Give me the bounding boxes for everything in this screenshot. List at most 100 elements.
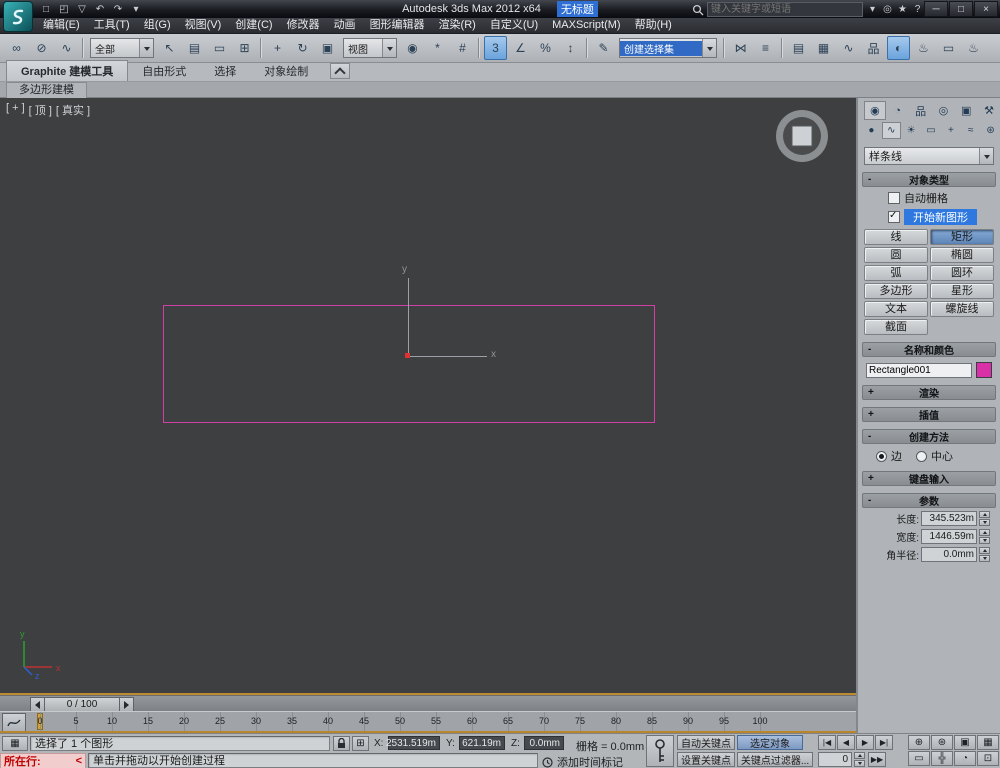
zoom-all-icon[interactable]: ⊛ bbox=[931, 735, 953, 750]
object-type-矩形-button[interactable]: 矩形 bbox=[930, 229, 994, 245]
start-new-shape-checkbox[interactable] bbox=[888, 210, 900, 223]
track-bar[interactable]: 0 5 10 15 20 25 30 35 40 45 50 55 60 65 70 75 80 85 90 95 10… bbox=[0, 711, 856, 732]
close-button[interactable]: × bbox=[974, 1, 998, 17]
tab-display[interactable]: ▣ bbox=[955, 101, 977, 120]
set-key-mode-button[interactable]: 设置关键点 bbox=[677, 752, 735, 767]
ribbon-collapse-button[interactable] bbox=[330, 63, 351, 79]
minimize-button[interactable]: ─ bbox=[924, 1, 948, 17]
menu-MAXScript(M)[interactable]: MAXScript(M) bbox=[545, 18, 627, 33]
menu-图形编辑器[interactable]: 图形编辑器 bbox=[363, 18, 432, 33]
rollout-interpolation[interactable]: + 插值 bbox=[862, 407, 996, 422]
redo-icon[interactable]: ↷ bbox=[110, 2, 126, 16]
tab-hierarchy[interactable]: 品 bbox=[910, 101, 932, 120]
x-coordinate-field[interactable]: 2531.519m bbox=[386, 736, 440, 750]
key-filters-button[interactable]: 关键点过滤器... bbox=[737, 752, 813, 767]
view-cube-top-face[interactable] bbox=[791, 125, 813, 147]
viewport-menu-shading[interactable]: [ 真实 ] bbox=[56, 102, 90, 118]
viewport-top[interactable]: [ + ] [ 顶 ] [ 真实 ] y x x y z bbox=[0, 98, 856, 695]
zoom-extents-all-icon[interactable]: ▦ bbox=[977, 735, 999, 750]
maximize-viewport-toggle-icon[interactable]: ⊡ bbox=[977, 751, 999, 766]
object-type-椭圆-button[interactable]: 椭圆 bbox=[930, 247, 994, 263]
creation-method-edge-radio[interactable] bbox=[876, 450, 887, 462]
object-type-螺旋线-button[interactable]: 螺旋线 bbox=[930, 301, 994, 317]
menu-渲染(R)[interactable]: 渲染(R) bbox=[432, 18, 483, 33]
corner-radius-input[interactable]: 0.0mm bbox=[921, 547, 977, 562]
orbit-icon[interactable]: ◔ bbox=[954, 751, 976, 766]
selection-lock-toggle[interactable] bbox=[333, 736, 350, 751]
subtab-lights[interactable]: ☀ bbox=[902, 122, 921, 139]
object-type-文本-button[interactable]: 文本 bbox=[864, 301, 928, 317]
undo-icon[interactable]: ↶ bbox=[92, 2, 108, 16]
object-type-星形-button[interactable]: 星形 bbox=[930, 283, 994, 299]
object-type-弧-button[interactable]: 弧 bbox=[864, 265, 928, 281]
application-menu-button[interactable] bbox=[3, 1, 33, 32]
tab-create[interactable]: ◉ bbox=[864, 101, 886, 120]
rollout-name-and-color[interactable]: - 名称和颜色 bbox=[862, 342, 996, 357]
auto-key-button[interactable]: 自动关键点 bbox=[677, 735, 735, 750]
spinner-up-icon[interactable] bbox=[979, 529, 990, 536]
length-input[interactable]: 345.523m bbox=[921, 511, 977, 526]
viewport-menu-view[interactable]: [ 顶 ] bbox=[29, 102, 52, 118]
view-cube[interactable] bbox=[776, 110, 828, 162]
creation-method-center-radio[interactable] bbox=[916, 450, 927, 462]
object-type-截面-button[interactable]: 截面 bbox=[864, 319, 928, 335]
object-type-线-button[interactable]: 线 bbox=[864, 229, 928, 245]
frame-spinner[interactable] bbox=[854, 752, 865, 767]
corner-radius-spinner[interactable] bbox=[979, 547, 990, 562]
object-name-input[interactable] bbox=[866, 362, 972, 378]
go-to-start-button[interactable]: |◀ bbox=[818, 735, 836, 750]
set-key-big-button[interactable] bbox=[646, 735, 674, 767]
object-type-多边形-button[interactable]: 多边形 bbox=[864, 283, 928, 299]
new-scene-icon[interactable]: □ bbox=[38, 2, 54, 16]
key-selection-dropdown[interactable]: 选定对象 bbox=[737, 735, 803, 750]
spinner-down-icon[interactable] bbox=[979, 537, 990, 544]
y-coordinate-field[interactable]: 621.19m bbox=[459, 736, 505, 750]
shape-category-dropdown[interactable]: 样条线 bbox=[864, 147, 994, 165]
spinner-down-icon[interactable] bbox=[979, 519, 990, 526]
rollout-object-type[interactable]: - 对象类型 bbox=[862, 172, 996, 187]
spinner-up-icon[interactable] bbox=[979, 511, 990, 518]
menu-视图(V)[interactable]: 视图(V) bbox=[178, 18, 229, 33]
spinner-up-icon[interactable] bbox=[979, 547, 990, 554]
subtab-cameras[interactable]: ▭ bbox=[922, 122, 941, 139]
width-spinner[interactable] bbox=[979, 529, 990, 544]
go-to-end-button[interactable]: ▶▶ bbox=[868, 752, 886, 767]
time-slider[interactable]: 0 / 100 bbox=[0, 695, 856, 712]
favorites-star-icon[interactable]: ★ bbox=[896, 4, 909, 15]
pan-icon[interactable]: ╬ bbox=[931, 751, 953, 766]
menu-组(G)[interactable]: 组(G) bbox=[137, 18, 178, 33]
rollout-rendering[interactable]: + 渲染 bbox=[862, 385, 996, 400]
zoom-region-icon[interactable]: ▭ bbox=[908, 751, 930, 766]
subtab-shapes[interactable]: ∿ bbox=[881, 122, 901, 139]
rollout-parameters[interactable]: - 参数 bbox=[862, 493, 996, 508]
save-file-icon[interactable]: ▽ bbox=[74, 2, 90, 16]
time-slider-next-button[interactable] bbox=[119, 697, 134, 712]
menu-自定义(U)[interactable]: 自定义(U) bbox=[483, 18, 545, 33]
menu-帮助(H)[interactable]: 帮助(H) bbox=[628, 18, 679, 33]
object-type-圆-button[interactable]: 圆 bbox=[864, 247, 928, 263]
current-frame-field[interactable]: 0 bbox=[818, 752, 852, 767]
rollout-creation-method[interactable]: - 创建方法 bbox=[862, 429, 996, 444]
maxscript-mini-listener[interactable]: 所在行: < bbox=[0, 753, 86, 768]
menu-编辑(E)[interactable]: 编辑(E) bbox=[36, 18, 87, 33]
tab-modify[interactable]: ◔ bbox=[887, 101, 909, 120]
search-history-arrow-icon[interactable]: ▾ bbox=[866, 4, 879, 15]
project-folder-dropdown-icon[interactable]: ▾ bbox=[128, 2, 144, 16]
tab-motion[interactable]: ◎ bbox=[932, 101, 954, 120]
viewport-menu-plus[interactable]: [ + ] bbox=[6, 102, 25, 118]
subtab-space-warps[interactable]: ≈ bbox=[961, 122, 980, 139]
spinner-down-icon[interactable] bbox=[979, 555, 990, 562]
open-mini-curve-editor-button[interactable] bbox=[2, 713, 26, 732]
open-file-icon[interactable]: ◰ bbox=[56, 2, 72, 16]
subtab-helpers[interactable]: + bbox=[941, 122, 960, 139]
menu-修改器[interactable]: 修改器 bbox=[280, 18, 327, 33]
ribbon-tab-选择[interactable]: 选择 bbox=[200, 61, 250, 81]
time-slider-previous-button[interactable] bbox=[30, 697, 45, 712]
ribbon-tab-Graphite 建模工具[interactable]: Graphite 建模工具 bbox=[6, 60, 129, 81]
tab-utilities[interactable]: ⚒ bbox=[978, 101, 1000, 120]
next-frame-button[interactable]: ▶| bbox=[875, 735, 893, 750]
width-input[interactable]: 1446.59m bbox=[921, 529, 977, 544]
listener-scroll-arrow[interactable]: < bbox=[76, 755, 82, 767]
time-tag[interactable]: 添加时间标记 bbox=[542, 754, 623, 768]
z-coordinate-field[interactable]: 0.0mm bbox=[524, 736, 564, 750]
